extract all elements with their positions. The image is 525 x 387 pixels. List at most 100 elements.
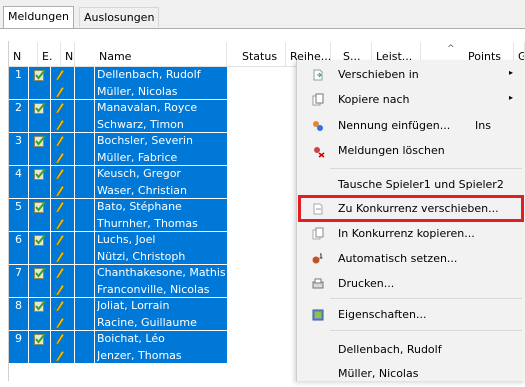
entry-check-icon xyxy=(34,300,46,312)
player2-name: Franconville, Nicolas xyxy=(97,283,210,296)
row-n-cell xyxy=(75,298,94,331)
player2-name: Thurnher, Thomas xyxy=(97,217,198,230)
properties-icon xyxy=(312,309,324,321)
player1-name: Manavalan, Royce xyxy=(97,101,198,114)
entry-check-icon xyxy=(34,234,46,246)
menu-item-label: Meldungen löschen xyxy=(338,144,445,157)
player1-name: Luchs, Joel xyxy=(97,233,156,246)
player2-name: Nützi, Christoph xyxy=(97,250,186,263)
menu-item-11[interactable]: Dellenbach, Rudolf xyxy=(297,339,525,363)
entry-check-icon xyxy=(34,69,46,81)
player1-name: Boichat, Léo xyxy=(97,332,165,345)
row-number: 4 xyxy=(9,166,28,182)
edit-pencil-icon xyxy=(55,234,65,246)
player2-name: Schwarz, Timon xyxy=(97,118,184,131)
edit-pencil-icon xyxy=(55,284,65,296)
menu-item-label: Müller, Nicolas xyxy=(338,367,419,380)
row-n-cell xyxy=(75,199,94,232)
edit-pencil-icon xyxy=(55,267,65,279)
menu-separator xyxy=(330,298,522,299)
player2-name: Jenzer, Thomas xyxy=(97,349,182,362)
menu-separator xyxy=(330,168,522,169)
menu-item-6[interactable]: Zu Konkurrenz verschieben... xyxy=(297,198,525,222)
row-number: 7 xyxy=(9,265,28,281)
edit-pencil-icon xyxy=(55,317,65,329)
row-number: 3 xyxy=(9,133,28,149)
menu-shortcut: Ins xyxy=(475,119,491,132)
menu-item-label: Drucken... xyxy=(338,277,395,290)
player1-name: Joliat, Lorrain xyxy=(97,299,170,312)
delete-icon xyxy=(314,147,325,158)
row-n-cell xyxy=(75,133,94,166)
menu-item-4[interactable]: Meldungen löschen xyxy=(297,140,525,164)
entry-check-icon xyxy=(34,102,46,114)
menu-item-2[interactable]: Kopiere nach ▸ xyxy=(297,89,525,113)
edit-pencil-icon xyxy=(55,69,65,81)
entry-check-icon xyxy=(34,201,46,213)
edit-pencil-icon xyxy=(55,251,65,263)
menu-item-label: Verschieben in xyxy=(338,68,419,81)
copy-icon xyxy=(312,93,324,106)
copy-to-event-icon xyxy=(312,227,324,240)
player2-name: Müller, Fabrice xyxy=(97,151,178,164)
player2-name: Waser, Christian xyxy=(97,184,187,197)
move-to-event-icon xyxy=(313,203,323,215)
menu-item-label: In Konkurrenz kopieren... xyxy=(338,227,475,240)
edit-pencil-icon xyxy=(55,201,65,213)
entry-check-icon xyxy=(34,333,46,345)
tab-meldungen[interactable]: Meldungen xyxy=(3,6,74,29)
menu-item-label: Dellenbach, Rudolf xyxy=(338,343,442,356)
edit-pencil-icon xyxy=(55,185,65,197)
player1-name: Dellenbach, Rudolf xyxy=(97,68,201,81)
edit-pencil-icon xyxy=(55,135,65,147)
entry-check-icon xyxy=(34,135,46,147)
edit-pencil-icon xyxy=(55,152,65,164)
row-n-cell xyxy=(75,100,94,133)
row-n-cell xyxy=(75,232,94,265)
entry-check-icon xyxy=(34,168,46,180)
submenu-arrow-icon: ▸ xyxy=(509,93,514,102)
menu-item-label: Automatisch setzen... xyxy=(338,252,458,265)
tab-bar: Meldungen Auslosungen xyxy=(0,0,525,29)
column-header-n2[interactable]: N xyxy=(61,42,75,66)
menu-item-7[interactable]: In Konkurrenz kopieren... xyxy=(297,223,525,247)
player1-name: Keusch, Gregor xyxy=(97,167,181,180)
menu-item-12[interactable]: Müller, Nicolas xyxy=(297,363,525,387)
edit-pencil-icon xyxy=(55,102,65,114)
menu-item-label: Nennung einfügen... xyxy=(338,119,451,132)
menu-item-8[interactable]: Automatisch setzen... xyxy=(297,248,525,272)
edit-pencil-icon xyxy=(55,218,65,230)
menu-item-label: Tausche Spieler1 und Spieler2 xyxy=(338,178,504,191)
menu-item-label: Kopiere nach xyxy=(338,93,410,106)
row-number: 6 xyxy=(9,232,28,248)
edit-pencil-icon xyxy=(55,119,65,131)
row-n-cell xyxy=(75,331,94,364)
edit-pencil-icon xyxy=(55,168,65,180)
player1-name: Bato, Stéphane xyxy=(97,200,182,213)
add-entry-icon xyxy=(313,121,323,131)
auto-seed-icon xyxy=(312,253,323,264)
player2-name: Müller, Nicolas xyxy=(97,85,178,98)
menu-item-label: Zu Konkurrenz verschieben... xyxy=(338,202,499,215)
tab-auslosungen[interactable]: Auslosungen xyxy=(79,7,160,27)
menu-item-5[interactable]: Tausche Spieler1 und Spieler2 xyxy=(297,174,525,198)
context-menu: Verschieben in ▸ Kopiere nach ▸ Nennung einf… xyxy=(296,60,525,381)
menu-separator xyxy=(330,330,522,331)
edit-pencil-icon xyxy=(55,86,65,98)
move-icon xyxy=(313,69,323,81)
menu-item-9[interactable]: Drucken... xyxy=(297,273,525,297)
submenu-arrow-icon: ▸ xyxy=(509,68,514,77)
menu-item-label: Eigenschaften... xyxy=(338,308,427,321)
player1-name: Bochsler, Severin xyxy=(97,134,193,147)
menu-item-3[interactable]: Nennung einfügen... Ins xyxy=(297,115,525,139)
row-n-cell xyxy=(75,67,94,100)
column-header-e[interactable]: E. xyxy=(38,42,61,66)
menu-item-1[interactable]: Verschieben in ▸ xyxy=(297,64,525,88)
edit-pencil-icon xyxy=(55,350,65,362)
menu-item-10[interactable]: Eigenschaften... xyxy=(297,304,525,328)
column-header-name[interactable]: Name xyxy=(95,42,227,66)
row-n-cell xyxy=(75,166,94,199)
column-header-status[interactable]: Status xyxy=(238,42,286,66)
column-header-n[interactable]: N xyxy=(9,42,38,66)
print-icon xyxy=(312,278,324,289)
